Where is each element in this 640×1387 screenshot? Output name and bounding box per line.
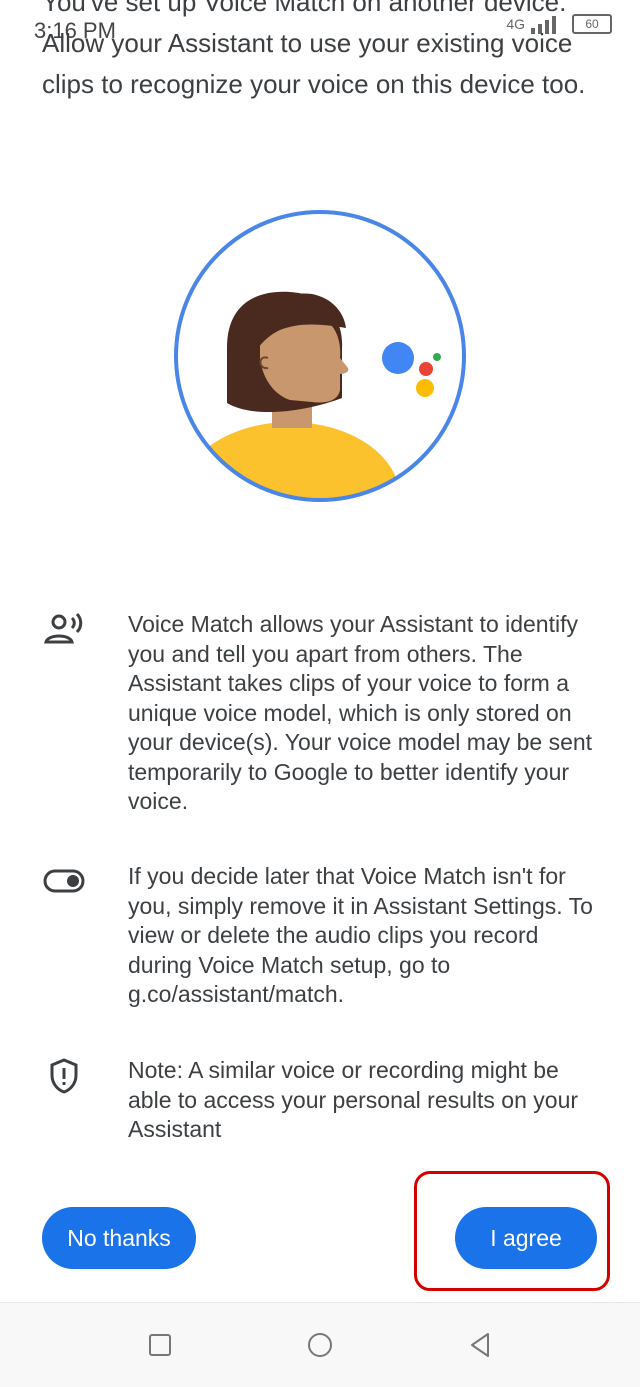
- info-text-note: Note: A similar voice or recording might…: [128, 1057, 579, 1142]
- back-icon[interactable]: [466, 1331, 494, 1359]
- highlight-box: [414, 1171, 610, 1291]
- recents-icon[interactable]: [146, 1331, 174, 1359]
- shield-alert-icon: [50, 1058, 78, 1094]
- voice-match-illustration: [174, 210, 466, 502]
- info-text-settings: If you decide later that Voice Match isn…: [128, 863, 593, 1007]
- navigation-bar: [0, 1302, 640, 1387]
- voice-person-icon: [44, 612, 83, 644]
- no-thanks-button[interactable]: No thanks: [42, 1207, 196, 1269]
- toggle-icon: [43, 869, 85, 893]
- home-icon[interactable]: [306, 1331, 334, 1359]
- intro-text: You've set up Voice Match on another dev…: [42, 0, 586, 99]
- info-text-voice-match: Voice Match allows your Assistant to ide…: [128, 611, 593, 814]
